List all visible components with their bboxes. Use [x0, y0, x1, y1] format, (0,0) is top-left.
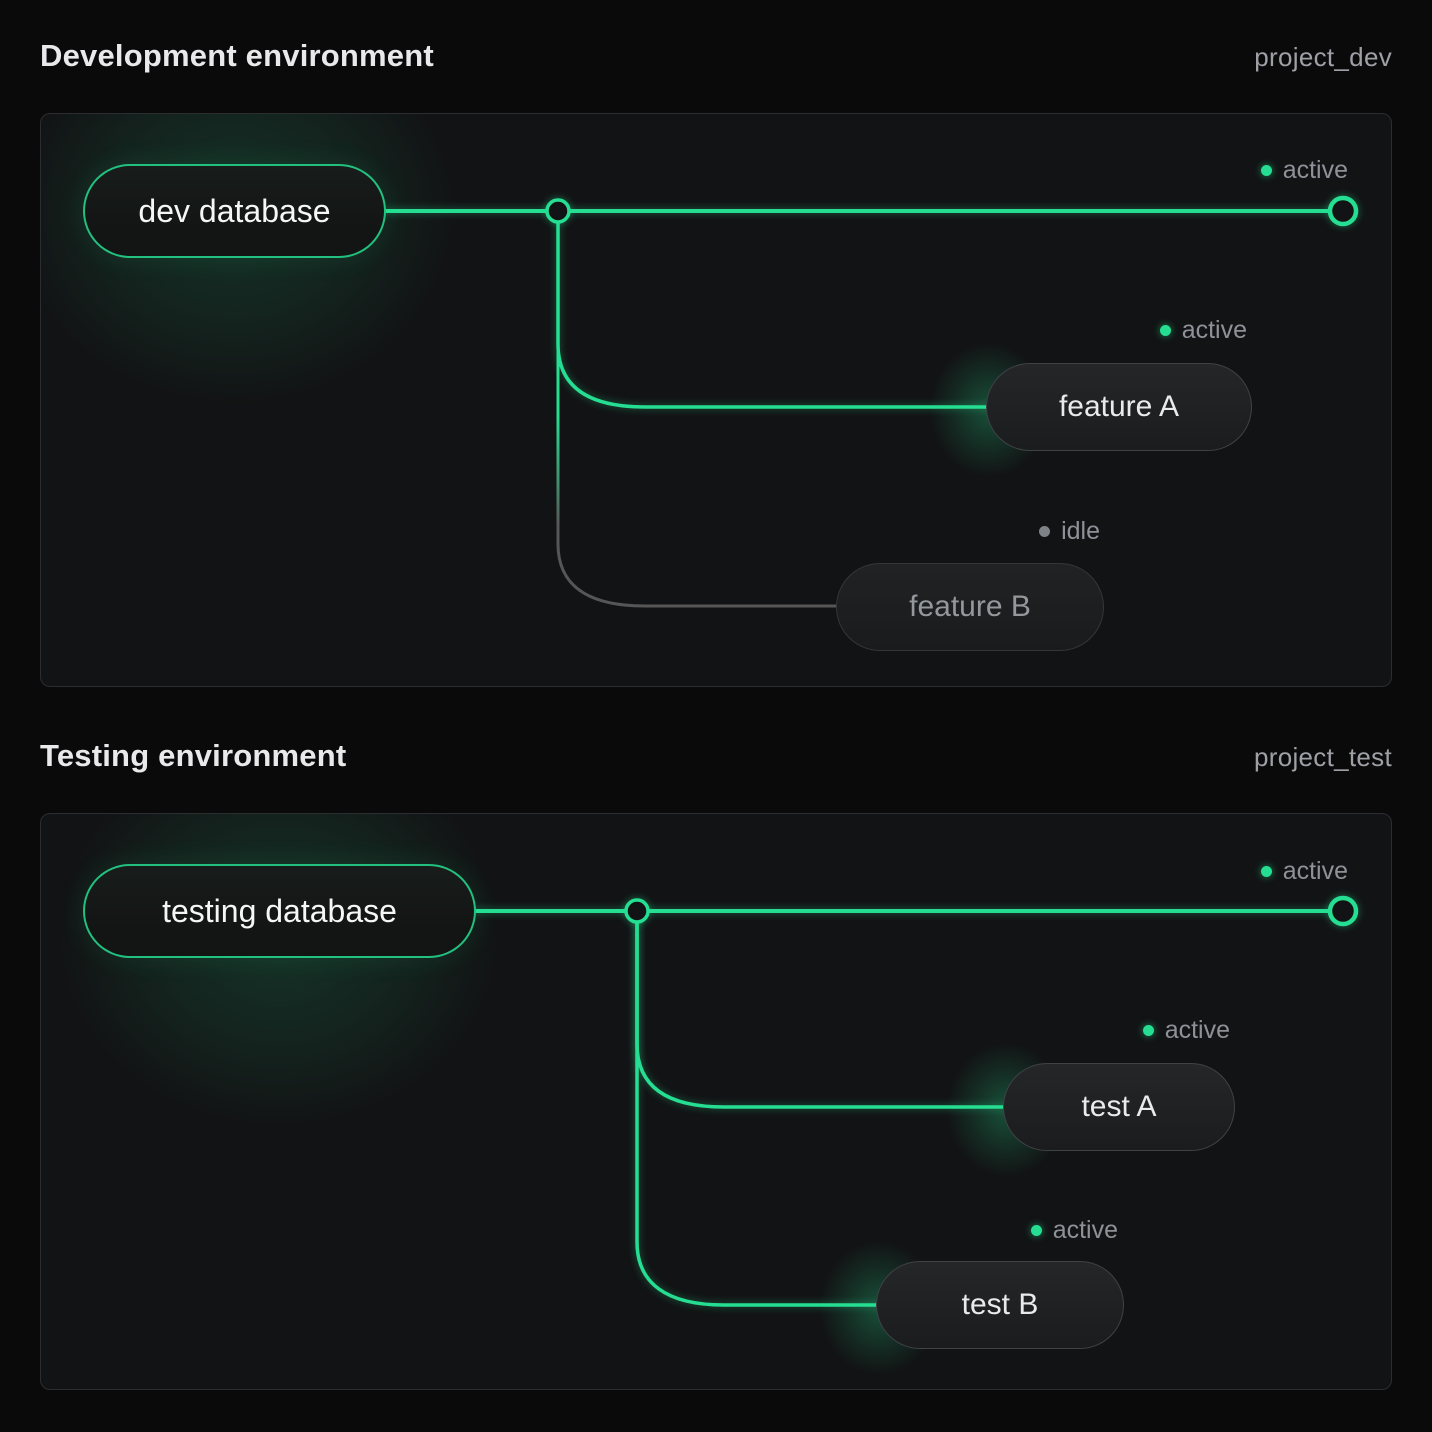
test-a-node: test A	[1003, 1063, 1235, 1151]
dev-feature-b-node: feature B	[836, 563, 1104, 651]
active-status-dot-icon	[1261, 866, 1272, 877]
test-branch-a-connector	[637, 911, 1006, 1107]
dev-database-node: dev database	[83, 164, 386, 258]
dev-panel: dev database feature A feature B active …	[40, 113, 1392, 687]
test-junction-node-icon	[626, 900, 648, 922]
dev-feature-b-status-badge: idle	[1039, 519, 1100, 544]
active-status-dot-icon	[1261, 165, 1272, 176]
dev-branch-a-connector	[558, 211, 991, 407]
dev-feature-b-status-text: idle	[1061, 519, 1100, 544]
page: Development environment project_dev	[0, 0, 1432, 1432]
test-section-title: Testing environment	[40, 738, 346, 774]
test-a-status-text: active	[1165, 1018, 1230, 1043]
dev-section-title: Development environment	[40, 38, 434, 74]
dev-section-header: Development environment project_dev	[40, 38, 1392, 84]
dev-junction-node-icon	[547, 200, 569, 222]
test-section-header: Testing environment project_test	[40, 738, 1392, 784]
dev-project-label: project_dev	[1254, 42, 1392, 73]
dev-trunk-status-badge: active	[1261, 158, 1348, 183]
idle-status-dot-icon	[1039, 526, 1050, 537]
test-a-label: test A	[1081, 1090, 1156, 1124]
dev-trunk-status-text: active	[1283, 158, 1348, 183]
test-endpoint-node-icon	[1330, 898, 1356, 924]
dev-feature-b-label: feature B	[909, 590, 1031, 624]
test-b-label: test B	[962, 1288, 1039, 1322]
test-panel: testing database test A test B active ac…	[40, 813, 1392, 1390]
active-status-dot-icon	[1031, 1225, 1042, 1236]
test-b-node: test B	[876, 1261, 1124, 1349]
dev-feature-a-node: feature A	[986, 363, 1252, 451]
test-trunk-status-text: active	[1283, 859, 1348, 884]
dev-feature-a-label: feature A	[1059, 390, 1179, 424]
dev-endpoint-node-icon	[1330, 198, 1356, 224]
test-trunk-status-badge: active	[1261, 859, 1348, 884]
test-database-label: testing database	[162, 893, 397, 930]
active-status-dot-icon	[1143, 1025, 1154, 1036]
active-status-dot-icon	[1160, 325, 1171, 336]
dev-database-label: dev database	[138, 193, 330, 230]
test-project-label: project_test	[1254, 742, 1392, 773]
test-a-status-badge: active	[1143, 1018, 1230, 1043]
test-database-node: testing database	[83, 864, 476, 958]
dev-feature-a-status-badge: active	[1160, 318, 1247, 343]
test-b-status-badge: active	[1031, 1218, 1118, 1243]
test-b-status-text: active	[1053, 1218, 1118, 1243]
dev-feature-a-status-text: active	[1182, 318, 1247, 343]
